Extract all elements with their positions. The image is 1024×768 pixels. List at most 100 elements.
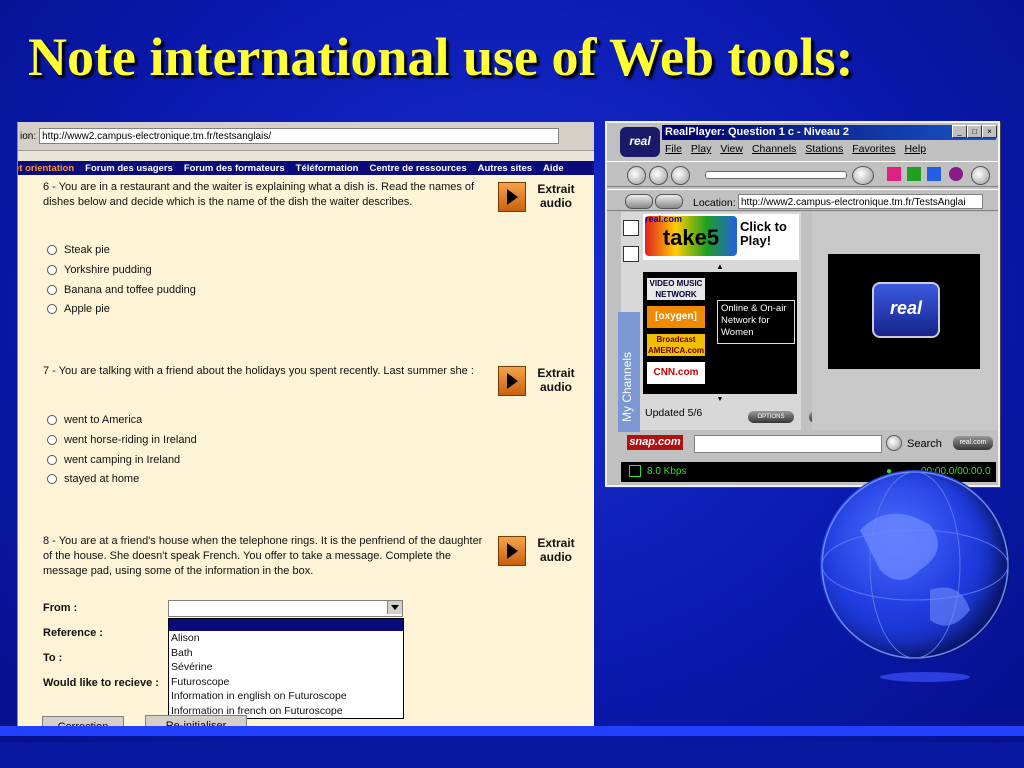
channel-icon[interactable]: [887, 167, 901, 181]
nav-link-forum-usagers[interactable]: Forum des usagers: [85, 163, 173, 174]
nav-link-aide[interactable]: Aide: [543, 163, 564, 174]
my-channels-tab[interactable]: My Channels: [618, 312, 640, 432]
stop-icon[interactable]: [671, 166, 690, 185]
menu-play[interactable]: Play: [691, 143, 711, 155]
url-input[interactable]: http://www2.campus-electronique.tm.fr/te…: [39, 128, 560, 144]
video-screen[interactable]: real: [828, 254, 980, 369]
browser-window: ion: http://www2.campus-electronique.tm.…: [17, 122, 594, 734]
chevron-down-icon[interactable]: [387, 601, 402, 614]
status-icon: [629, 465, 641, 478]
play-icon[interactable]: [498, 536, 526, 566]
back-icon[interactable]: [625, 194, 653, 209]
channel-oxygen[interactable]: [oxygen]: [647, 306, 705, 328]
audio-label: Extrait audio: [537, 366, 575, 394]
audio-button-q8[interactable]: Extrait audio: [498, 536, 582, 566]
audio-label: Extrait audio: [537, 536, 575, 564]
nav-link-forum-formateurs[interactable]: Forum des formateurs: [184, 163, 285, 174]
channel-list: VIDEO MUSIC NETWORK [oxygen] Broadcast A…: [643, 272, 797, 394]
dropdown-highlight[interactable]: [169, 619, 403, 631]
search-label[interactable]: Search: [907, 438, 942, 450]
from-select[interactable]: [168, 600, 403, 617]
close-icon[interactable]: ×: [982, 125, 997, 138]
menu-channels[interactable]: Channels: [752, 143, 796, 155]
dropdown-option[interactable]: Futuroscope: [169, 675, 403, 690]
radio-option[interactable]: stayed at home: [47, 473, 139, 485]
radio-option[interactable]: went to America: [47, 414, 142, 426]
nav-link-teleformation[interactable]: Téléformation: [296, 163, 359, 174]
nav-link-centre-ressources[interactable]: Centre de ressources: [369, 163, 466, 174]
question-8-text: 8 - You are at a friend's house when the…: [43, 535, 483, 577]
search-icon[interactable]: [886, 435, 902, 451]
scroll-down-icon[interactable]: ▼: [643, 396, 797, 404]
location-input[interactable]: http://www2.campus-electronique.tm.fr/Te…: [738, 194, 983, 209]
search-input[interactable]: [694, 435, 882, 453]
channels-panel: My Channels take5 real.com Click to Play…: [618, 212, 801, 432]
location-label: ion:: [20, 130, 37, 142]
web-icon[interactable]: [927, 167, 941, 181]
menu-file[interactable]: File: [665, 143, 682, 155]
reference-label: Reference :: [43, 627, 103, 639]
channel-broadcast-america[interactable]: Broadcast AMERICA.com: [647, 334, 705, 356]
location-label: Location:: [693, 197, 736, 209]
audio-button-q6[interactable]: Extrait audio: [498, 182, 582, 212]
radio-button[interactable]: [47, 474, 57, 484]
radio-button[interactable]: [47, 265, 57, 275]
nav-link-orientation[interactable]: et orientation: [18, 163, 74, 174]
menu-help[interactable]: Help: [904, 143, 926, 155]
pause-icon[interactable]: [649, 166, 668, 185]
radio-option[interactable]: Yorkshire pudding: [47, 264, 152, 276]
dropdown-option[interactable]: Alison: [169, 631, 403, 646]
menu-view[interactable]: View: [720, 143, 743, 155]
channel-cnn[interactable]: CNN.com: [647, 362, 705, 384]
forward-icon[interactable]: [655, 194, 683, 209]
slide-bottom-bar: [0, 726, 1024, 736]
location-bar: ion: http://www2.campus-electronique.tm.…: [18, 122, 594, 151]
take5-banner[interactable]: take5 real.com Click to Play!: [643, 214, 799, 260]
bitrate-label: 8.0 Kbps: [647, 466, 687, 477]
would-like-label: Would like to recieve :: [43, 677, 159, 689]
radio-button[interactable]: [47, 285, 57, 295]
radio-option[interactable]: Steak pie: [47, 244, 110, 256]
play-icon[interactable]: [627, 166, 646, 185]
tab-icon[interactable]: [623, 246, 639, 262]
audio-label: Extrait audio: [537, 182, 575, 210]
slide-title: Note international use of Web tools:: [28, 27, 854, 87]
radio-option[interactable]: Banana and toffee pudding: [47, 284, 196, 296]
play-icon[interactable]: [498, 182, 526, 212]
dropdown-option[interactable]: Bath: [169, 646, 403, 661]
minimize-icon[interactable]: _: [952, 125, 967, 138]
info-icon[interactable]: [907, 167, 921, 181]
radio-option[interactable]: Apple pie: [47, 303, 110, 315]
dropdown-option[interactable]: Sévérine: [169, 660, 403, 675]
maximize-icon[interactable]: □: [967, 125, 982, 138]
nav-link-autres-sites[interactable]: Autres sites: [478, 163, 532, 174]
realcom-small-label: real.com: [645, 214, 683, 224]
tab-icon[interactable]: [623, 220, 639, 236]
play-icon[interactable]: [498, 366, 526, 396]
transport-controls: [607, 161, 998, 187]
dropdown-option[interactable]: Information in english on Futuroscope: [169, 689, 403, 704]
radio-button[interactable]: [47, 415, 57, 425]
realcom-button[interactable]: real.com: [953, 436, 993, 450]
from-dropdown-list[interactable]: Alison Bath Sévérine Futuroscope Informa…: [168, 618, 404, 719]
radio-button[interactable]: [47, 245, 57, 255]
click-to-play-label: Click to Play!: [740, 219, 787, 248]
snap-logo[interactable]: snap.com: [627, 435, 683, 450]
radio-option[interactable]: went camping in Ireland: [47, 454, 180, 466]
radio-button[interactable]: [47, 455, 57, 465]
help-icon[interactable]: [971, 166, 990, 185]
seek-slider[interactable]: [705, 171, 847, 179]
options-button[interactable]: OPTIONS: [748, 411, 794, 423]
audio-button-q7[interactable]: Extrait audio: [498, 366, 582, 396]
record-icon[interactable]: [949, 167, 963, 181]
menu-stations[interactable]: Stations: [805, 143, 843, 155]
radio-button[interactable]: [47, 304, 57, 314]
scroll-up-icon[interactable]: ▲: [643, 262, 797, 272]
channel-video-music[interactable]: VIDEO MUSIC NETWORK: [647, 278, 705, 300]
fast-forward-icon[interactable]: [852, 166, 874, 185]
real-logo-icon: real: [620, 127, 660, 157]
radio-option[interactable]: went horse-riding in Ireland: [47, 434, 197, 446]
channel-tooltip: Online & On-air Network for Women: [717, 300, 795, 344]
menu-favorites[interactable]: Favorites: [852, 143, 895, 155]
radio-button[interactable]: [47, 435, 57, 445]
